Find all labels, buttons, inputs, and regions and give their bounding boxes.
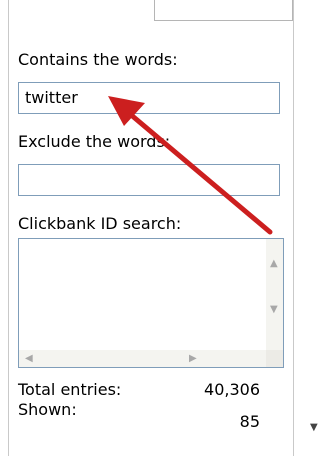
shown-label: Shown:	[18, 400, 77, 419]
contains-words-input[interactable]: twitter	[18, 82, 280, 114]
top-input-box[interactable]	[154, 0, 293, 21]
contains-words-label: Contains the words:	[18, 50, 178, 69]
horizontal-scrollbar[interactable]: ◀ ▶	[19, 350, 266, 367]
total-entries-value: 40,306	[204, 380, 260, 399]
scroll-right-icon[interactable]: ▶	[189, 354, 197, 364]
scroll-down-icon[interactable]: ▼	[270, 305, 278, 315]
total-entries-label: Total entries:	[18, 380, 122, 399]
vertical-scrollbar[interactable]: ▲ ▼	[266, 239, 283, 350]
scroll-down-icon[interactable]: ▼	[310, 422, 318, 433]
clickbank-id-textarea[interactable]: ▲ ▼ ◀ ▶	[18, 238, 284, 368]
scroll-up-icon[interactable]: ▲	[270, 259, 278, 269]
scrollbar-corner	[266, 350, 283, 367]
exclude-words-label: Exclude the words:	[18, 132, 171, 151]
shown-value: 85	[239, 412, 260, 431]
scroll-left-icon[interactable]: ◀	[25, 354, 33, 364]
clickbank-id-label: Clickbank ID search:	[18, 214, 182, 233]
exclude-words-input[interactable]	[18, 164, 280, 196]
